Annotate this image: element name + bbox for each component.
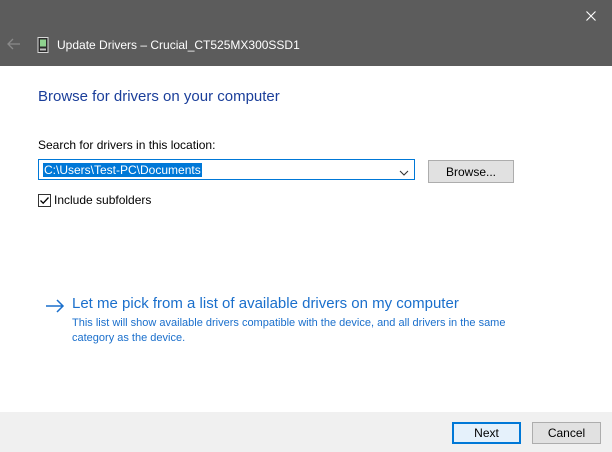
- include-subfolders-checkbox[interactable]: [38, 193, 51, 207]
- window-title: Update Drivers – Crucial_CT525MX300SSD1: [57, 38, 300, 52]
- browse-button[interactable]: Browse...: [428, 160, 514, 183]
- next-button[interactable]: Next: [452, 422, 521, 444]
- include-subfolders-label[interactable]: Include subfolders: [54, 193, 151, 207]
- drive-icon: [37, 37, 49, 53]
- page-heading: Browse for drivers on your computer: [38, 88, 280, 105]
- close-button[interactable]: [580, 6, 602, 26]
- search-location-label: Search for drivers in this location:: [38, 138, 216, 152]
- include-subfolders-row[interactable]: Include subfolders: [38, 193, 151, 207]
- chevron-down-icon[interactable]: [399, 165, 409, 176]
- location-combobox[interactable]: C:\Users\Test-PC\Documents: [38, 159, 415, 180]
- dialog-titlebar: Update Drivers – Crucial_CT525MX300SSD1: [0, 0, 612, 66]
- checkmark-icon: [40, 196, 49, 204]
- right-arrow-icon[interactable]: [45, 298, 65, 314]
- close-icon: [586, 11, 596, 21]
- dialog-footer: Next Cancel: [0, 412, 612, 452]
- pick-from-list-description: This list will show available drivers co…: [72, 317, 506, 344]
- cancel-button[interactable]: Cancel: [532, 422, 601, 444]
- location-input[interactable]: C:\Users\Test-PC\Documents: [43, 163, 202, 177]
- pick-from-list-link[interactable]: Let me pick from a list of available dri…: [72, 295, 459, 312]
- back-arrow-icon[interactable]: [6, 36, 22, 52]
